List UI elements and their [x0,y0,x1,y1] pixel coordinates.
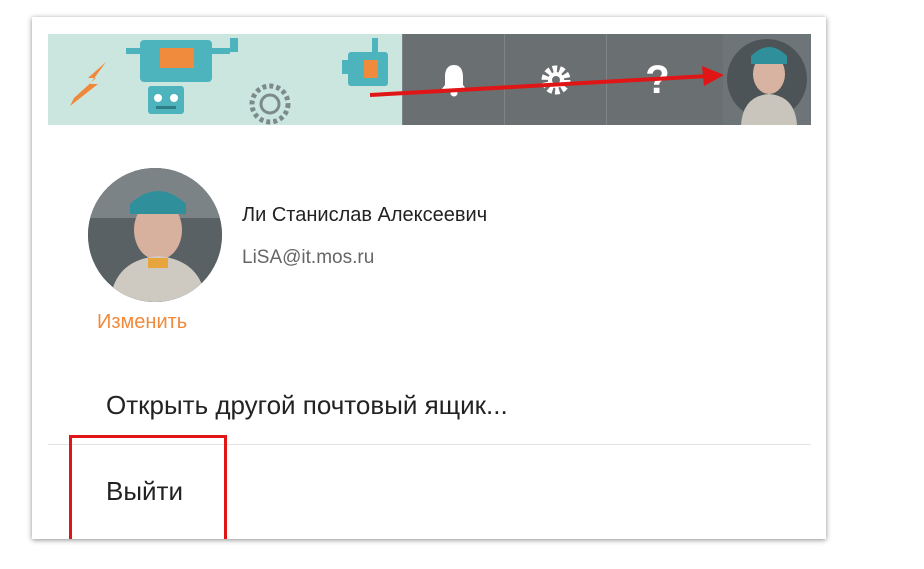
avatar-photo [88,168,222,302]
banner-illustration [48,34,402,125]
header-bar: ? [48,34,811,125]
user-email: LiSA@it.mos.ru [242,247,375,268]
avatar-photo [723,34,811,125]
user-full-name: Ли Станислав Алексеевич [242,204,488,226]
notifications-button[interactable] [402,34,504,125]
help-icon: ? [645,57,670,102]
settings-gear-icon [541,65,570,94]
open-other-mailbox-item[interactable]: Открыть другой почтовый ящик... [106,390,508,421]
help-button[interactable]: ? [606,34,708,125]
avatar-button[interactable] [723,34,811,125]
bell-icon [440,64,467,96]
change-photo-link[interactable]: Изменить [97,311,187,334]
settings-button[interactable] [504,34,606,125]
profile-photo [88,168,222,302]
account-menu-panel: ? Изменить Ли Станислав Алексеевич LiSA@… [32,17,826,539]
annotation-highlight-box [69,435,227,539]
